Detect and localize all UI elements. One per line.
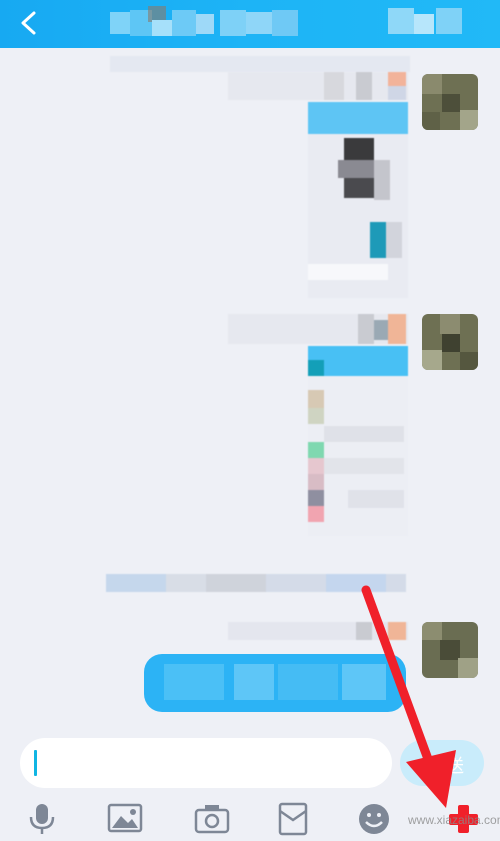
avatar[interactable] bbox=[422, 74, 478, 130]
chat-header bbox=[0, 0, 500, 48]
message-bubble-pixelated bbox=[308, 346, 408, 536]
image-icon[interactable] bbox=[107, 802, 143, 836]
avatar[interactable] bbox=[422, 314, 478, 370]
text-caret bbox=[34, 750, 37, 776]
sender-name-pixelated bbox=[228, 314, 408, 344]
message-list[interactable] bbox=[0, 48, 500, 738]
own-message-bubble-pixelated bbox=[144, 654, 406, 712]
sender-name-pixelated bbox=[228, 72, 408, 100]
message-pixelated bbox=[110, 56, 410, 72]
header-right-pixelated bbox=[388, 8, 468, 36]
message-input[interactable] bbox=[20, 738, 392, 788]
sender-name-pixelated bbox=[228, 622, 408, 640]
avatar[interactable] bbox=[422, 622, 478, 678]
red-envelope-icon[interactable] bbox=[275, 802, 311, 836]
chat-title-pixelated bbox=[110, 6, 310, 40]
send-button[interactable] bbox=[400, 740, 484, 786]
send-button-label: 送 bbox=[446, 756, 464, 776]
camera-icon[interactable] bbox=[194, 802, 230, 836]
system-notice-pixelated bbox=[106, 574, 406, 592]
microphone-icon[interactable] bbox=[24, 802, 60, 836]
back-arrow-icon[interactable] bbox=[18, 10, 40, 36]
message-bubble-pixelated bbox=[308, 102, 408, 298]
emoji-icon[interactable] bbox=[356, 802, 392, 836]
watermark: www.xiazaiba.com bbox=[408, 813, 500, 827]
